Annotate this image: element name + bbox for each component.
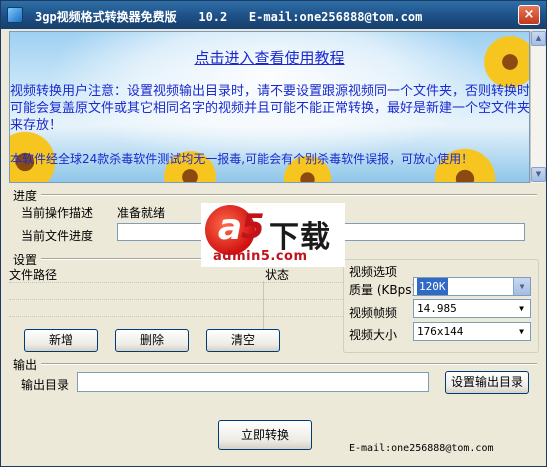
column-header-path[interactable]: 文件路径 xyxy=(9,266,57,283)
quality-select[interactable]: 120K ▼ xyxy=(413,277,531,296)
footer-email: E-mail:one256888@tom.com xyxy=(349,443,494,454)
output-dir-input[interactable] xyxy=(77,372,429,392)
title-bar[interactable]: 3gp视频格式转换器免费版 10.2 E-mail:one256888@tom.… xyxy=(1,1,546,29)
progress-group-title: 进度 xyxy=(13,189,38,203)
app-window: 3gp视频格式转换器免费版 10.2 E-mail:one256888@tom.… xyxy=(0,0,547,467)
window-title: 3gp视频格式转换器免费版 10.2 E-mail:one256888@tom.… xyxy=(35,10,423,24)
column-header-status[interactable]: 状态 xyxy=(265,266,289,283)
framerate-value: 14.985 xyxy=(417,302,457,315)
dropdown-arrow-icon[interactable]: ▼ xyxy=(513,323,530,340)
size-select[interactable]: 176x144 ▼ xyxy=(413,322,531,341)
admin5-watermark-logo: a 5 下载 admin5.com xyxy=(201,203,345,267)
watermark-5: 5 xyxy=(241,207,265,247)
set-output-dir-button[interactable]: 设置输出目录 xyxy=(445,371,529,394)
current-file-label: 当前文件进度 xyxy=(21,229,94,243)
scroll-up-arrow-icon[interactable]: ▲ xyxy=(531,31,546,46)
antivirus-notice: 本软件经全球24款杀毒软件测试均无一报毒,可能会有个别杀毒软件误报，可放心使用！ xyxy=(10,152,474,166)
list-divider xyxy=(9,299,343,300)
size-label: 视频大小 xyxy=(349,328,398,342)
framerate-select[interactable]: 14.985 ▼ xyxy=(413,299,531,318)
app-icon xyxy=(7,7,23,23)
list-divider xyxy=(9,316,343,317)
framerate-label: 视频帧频 xyxy=(349,306,398,320)
output-dir-label: 输出目录 xyxy=(21,378,70,392)
dropdown-arrow-icon[interactable]: ▼ xyxy=(513,300,530,317)
divider xyxy=(41,363,537,365)
tutorial-link[interactable]: 点击进入查看使用教程 xyxy=(10,47,529,68)
divider xyxy=(41,194,537,196)
watermark-url: admin5.com xyxy=(213,249,308,264)
delete-button[interactable]: 删除 xyxy=(115,329,189,352)
banner-scrollbar[interactable]: ▲ ▼ xyxy=(530,31,546,183)
close-button[interactable]: × xyxy=(518,5,540,25)
quality-label: 质量 (KBps) xyxy=(349,283,417,297)
quality-value: 120K xyxy=(417,278,448,295)
convert-button[interactable]: 立即转换 xyxy=(218,420,312,450)
output-group-title: 输出 xyxy=(13,358,38,372)
current-op-value: 准备就绪 xyxy=(117,206,166,220)
notice-banner: 点击进入查看使用教程 视频转换用户注意：设置视频输出目录时，请不要设置跟源视频同… xyxy=(9,31,530,183)
size-value: 176x144 xyxy=(417,325,464,338)
clear-button[interactable]: 清空 xyxy=(206,329,280,352)
add-button[interactable]: 新增 xyxy=(24,329,98,352)
output-dir-notice: 视频转换用户注意：设置视频输出目录时，请不要设置跟源视频同一个文件夹，否则转换时… xyxy=(10,84,530,133)
dropdown-arrow-icon[interactable]: ▼ xyxy=(513,278,530,295)
list-divider xyxy=(9,282,343,283)
current-op-label: 当前操作描述 xyxy=(21,206,94,220)
video-options-title: 视频选项 xyxy=(349,265,398,279)
scroll-down-arrow-icon[interactable]: ▼ xyxy=(531,167,546,182)
